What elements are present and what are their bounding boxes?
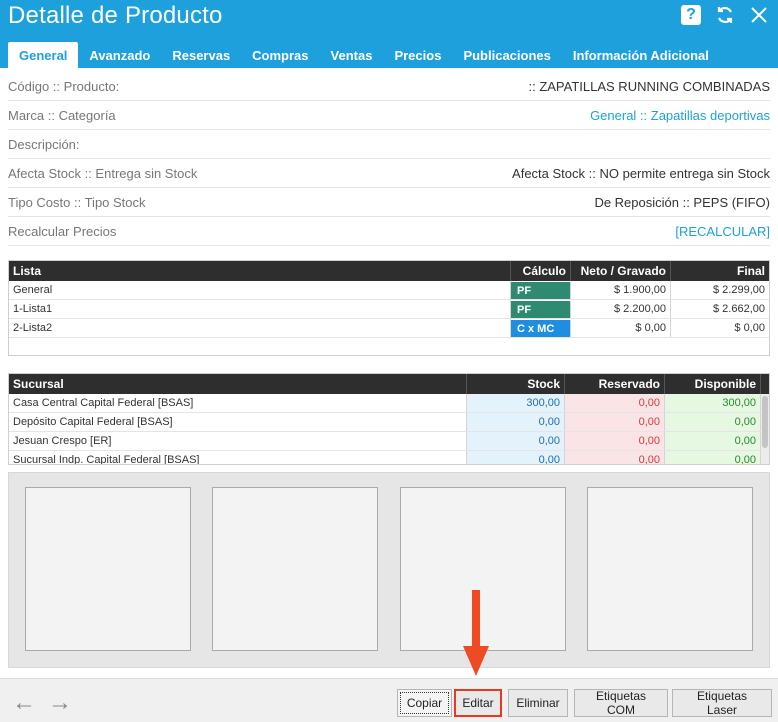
marca-separator: :: [636, 107, 651, 123]
tab-avanzado[interactable]: Avanzado [78, 42, 161, 68]
stock-grid-header: Sucursal Stock Reservado Disponible [9, 374, 769, 394]
price-grid-header: Lista Cálculo Neto / Gravado Final [9, 261, 769, 281]
stock-scrollbar[interactable] [761, 394, 769, 464]
product-images-area [8, 472, 770, 668]
table-row[interactable]: 2-Lista2 C x MC $ 0,00 $ 0,00 [9, 319, 769, 338]
tipo-costo-value: De Reposición :: PEPS (FIFO) [594, 194, 770, 210]
scrollbar-thumb[interactable] [762, 396, 768, 448]
tab-general[interactable]: General [8, 42, 79, 68]
cell-calculo: PF [511, 282, 571, 299]
cell-stock: 300,00 [467, 394, 565, 412]
image-slot-2[interactable] [212, 487, 378, 651]
cell-calculo: PF [511, 301, 571, 318]
stock-grid: Sucursal Stock Reservado Disponible Casa… [8, 373, 770, 465]
cell-reservado: 0,00 [565, 394, 665, 412]
info-row-codigo: Código :: Producto: :: ZAPATILLAS RUNNIN… [8, 72, 770, 101]
arrow-left-icon[interactable]: ← [12, 689, 36, 717]
recalcular-label: Recalcular Precios [8, 223, 117, 239]
col-sucursal[interactable]: Sucursal [9, 374, 467, 394]
tab-bar: General Avanzado Reservas Compras Ventas… [8, 36, 720, 68]
cell-final: $ 2.662,00 [713, 303, 765, 315]
col-stock[interactable]: Stock [467, 374, 565, 394]
afecta-stock-value: Afecta Stock :: NO permite entrega sin S… [512, 165, 770, 181]
category-link[interactable]: Zapatillas deportivas [651, 108, 770, 123]
col-neto[interactable]: Neto / Gravado [571, 261, 671, 281]
info-row-recalcular: Recalcular Precios [RECALCULAR] [8, 217, 770, 246]
table-row[interactable]: Depósito Capital Federal [BSAS] 0,00 0,0… [9, 413, 769, 432]
col-calculo[interactable]: Cálculo [511, 261, 571, 281]
window-header: Detalle de Producto ? General Avanzado R… [0, 0, 778, 68]
cell-reservado: 0,00 [565, 432, 665, 450]
table-row[interactable]: Jesuan Crespo [ER] 0,00 0,00 0,00 [9, 432, 769, 451]
tab-precios[interactable]: Precios [383, 42, 452, 68]
cell-neto: $ 1.900,00 [571, 281, 671, 299]
etiquetas-laser-button[interactable]: Etiquetas Laser [672, 689, 772, 717]
cell-reservado: 0,00 [565, 451, 665, 464]
editar-button[interactable]: Editar [454, 689, 502, 717]
etiquetas-com-button[interactable]: Etiquetas COM [574, 689, 668, 717]
tab-publicaciones[interactable]: Publicaciones [452, 42, 561, 68]
cell-disponible: 300,00 [665, 394, 761, 412]
window-title: Detalle de Producto [8, 2, 223, 29]
cell-final: $ 0,00 [734, 322, 765, 334]
info-row-tipo-costo: Tipo Costo :: Tipo Stock De Reposición :… [8, 188, 770, 217]
cell-lista: 2-Lista2 [9, 319, 511, 337]
marca-value: General :: Zapatillas deportivas [590, 108, 770, 123]
cell-stock: 0,00 [467, 413, 565, 431]
table-row[interactable]: Casa Central Capital Federal [BSAS] 300,… [9, 394, 769, 413]
cell-disponible: 0,00 [665, 432, 761, 450]
codigo-label: Código :: Producto: [8, 78, 120, 94]
arrow-right-icon[interactable]: → [48, 689, 72, 717]
cell-stock: 0,00 [467, 451, 565, 464]
col-final[interactable]: Final [671, 261, 769, 281]
image-slot-1[interactable] [25, 487, 191, 651]
afecta-stock-label: Afecta Stock :: Entrega sin Stock [8, 165, 198, 181]
price-list-grid: Lista Cálculo Neto / Gravado Final Gener… [8, 260, 770, 356]
descripcion-label: Descripción: [8, 136, 80, 152]
marca-label: Marca :: Categoría [8, 107, 116, 123]
close-icon[interactable] [748, 4, 770, 26]
table-row[interactable]: 1-Lista1 PF $ 2.200,00 $ 2.662,00 [9, 300, 769, 319]
help-icon[interactable]: ? [680, 4, 702, 26]
recalcular-link[interactable]: [RECALCULAR] [675, 224, 770, 239]
col-lista[interactable]: Lista [9, 261, 511, 281]
col-reservado[interactable]: Reservado [565, 374, 665, 394]
product-info: Código :: Producto: :: ZAPATILLAS RUNNIN… [8, 72, 770, 246]
cell-lista: 1-Lista1 [9, 300, 511, 318]
table-row[interactable]: Sucursal Indp. Capital Federal [BSAS] 0,… [9, 451, 769, 464]
cell-calculo: C x MC [511, 320, 571, 337]
red-pointer-arrow-icon [463, 590, 489, 676]
cell-sucursal: Jesuan Crespo [ER] [9, 432, 467, 450]
tab-informacion-adicional[interactable]: Información Adicional [562, 42, 720, 68]
info-row-marca: Marca :: Categoría General :: Zapatillas… [8, 101, 770, 130]
eliminar-button[interactable]: Eliminar [508, 689, 568, 717]
cell-neto: $ 0,00 [571, 319, 671, 337]
tipo-costo-label: Tipo Costo :: Tipo Stock [8, 194, 146, 210]
info-row-descripcion: Descripción: [8, 130, 770, 159]
cell-disponible: 0,00 [665, 451, 761, 464]
refresh-icon[interactable] [714, 4, 736, 26]
codigo-value: :: ZAPATILLAS RUNNING COMBINADAS [528, 78, 770, 94]
cell-sucursal: Casa Central Capital Federal [BSAS] [9, 394, 467, 412]
cell-disponible: 0,00 [665, 413, 761, 431]
footer-toolbar: ← → Copiar Editar Eliminar Etiquetas COM… [0, 678, 778, 722]
cell-sucursal: Sucursal Indp. Capital Federal [BSAS] [9, 451, 467, 464]
brand-link[interactable]: General [590, 108, 636, 123]
cell-neto: $ 2.200,00 [571, 300, 671, 318]
tab-ventas[interactable]: Ventas [320, 42, 384, 68]
tab-reservas[interactable]: Reservas [161, 42, 241, 68]
cell-lista: General [9, 281, 511, 299]
table-row[interactable]: General PF $ 1.900,00 $ 2.299,00 [9, 281, 769, 300]
info-row-afecta-stock: Afecta Stock :: Entrega sin Stock Afecta… [8, 159, 770, 188]
tab-compras[interactable]: Compras [241, 42, 319, 68]
cell-final: $ 2.299,00 [713, 284, 765, 296]
cell-sucursal: Depósito Capital Federal [BSAS] [9, 413, 467, 431]
col-disponible[interactable]: Disponible [665, 374, 761, 394]
cell-reservado: 0,00 [565, 413, 665, 431]
image-slot-4[interactable] [587, 487, 753, 651]
cell-stock: 0,00 [467, 432, 565, 450]
header-actions: ? [680, 4, 770, 26]
copiar-button[interactable]: Copiar [397, 689, 452, 717]
